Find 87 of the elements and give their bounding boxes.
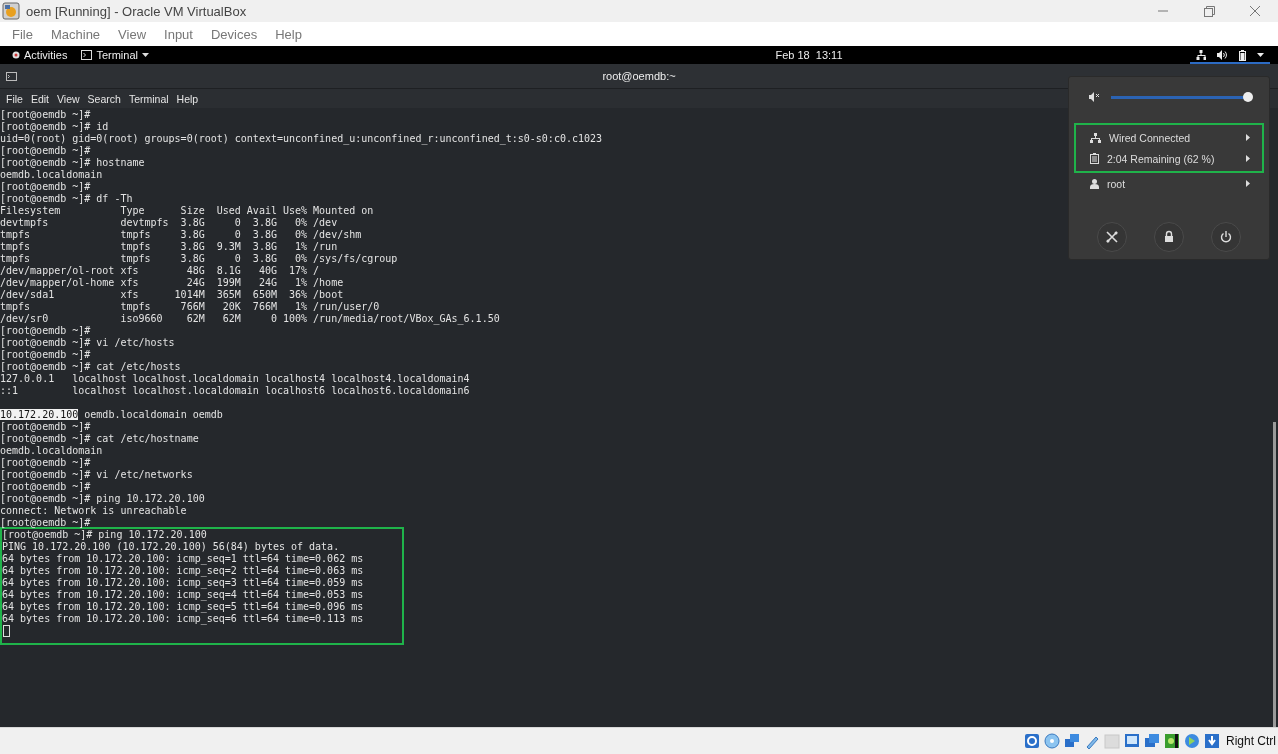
terminal-line: [root@oemdb ~]# ping 10.172.20.100 <box>2 529 207 541</box>
lock-button[interactable] <box>1154 222 1184 252</box>
lock-icon <box>1162 230 1176 244</box>
menu-item[interactable]: Help <box>172 92 203 105</box>
menu-item[interactable]: Help <box>266 26 311 42</box>
terminal-line: [root@oemdb ~]# hostname <box>0 157 145 169</box>
menu-item[interactable]: Machine <box>41 26 110 42</box>
power-button[interactable] <box>1211 222 1242 252</box>
terminal-line: oemdb.localdomain <box>0 445 103 457</box>
terminal-line: Filesystem Type Size Used Avail Use% Mounted on <box>0 205 374 217</box>
settings-button[interactable] <box>1096 222 1127 252</box>
terminal-line: ::1 localhost localhost.localdomain localhost6 localhost6.localdomain6 <box>0 385 470 397</box>
terminal-icon <box>81 50 93 60</box>
terminal-line: /dev/sr0 iso9660 62M 62M 0 100% /run/media/root/VBox_GAs_6.1.50 <box>0 313 500 325</box>
terminal-line: [root@oemdb ~]# df -Th <box>0 193 133 205</box>
terminal-line: oemdb.localdomain <box>0 169 103 181</box>
terminal-line: [root@oemdb ~]# id <box>0 121 109 133</box>
screens-icon[interactable] <box>1143 732 1161 750</box>
display-icon[interactable] <box>1123 732 1141 750</box>
battery-icon <box>1090 153 1099 164</box>
terminal-line: /dev/sda1 xfs 1014M 365M 650M 36% /boot <box>0 289 344 301</box>
submenu-arrow-icon <box>1246 134 1250 141</box>
terminal-line: [root@oemdb ~]# <box>0 457 91 469</box>
caret-icon <box>1257 53 1265 57</box>
terminal-line: tmpfs tmpfs 3.8G 9.3M 3.8G 1% /run <box>0 241 338 253</box>
window-title: oem [Running] - Oracle VM VirtualBox <box>26 3 248 19</box>
terminal-line: [root@oemdb ~]# cat /etc/hosts <box>0 361 181 373</box>
terminal-line: 127.0.0.1 localhost localhost.localdomain localhost4 localhost4.localdomain4 <box>0 373 470 385</box>
terminal-icon[interactable] <box>6 71 17 81</box>
power-icon <box>1219 230 1234 244</box>
terminal-line: [root@oemdb ~]# <box>0 181 91 193</box>
menu-item[interactable]: View <box>109 26 156 42</box>
terminal-line: [root@oemdb ~]# vi /etc/networks <box>0 469 193 481</box>
menu-item[interactable]: File <box>2 92 27 105</box>
terminal-line: [root@oemdb ~]# <box>0 145 91 157</box>
terminal-line: 64 bytes from 10.172.20.100: icmp_seq=4 ttl=64 time=0.053 ms <box>2 589 364 601</box>
terminal-line: 64 bytes from 10.172.20.100: icmp_seq=3 ttl=64 time=0.059 ms <box>2 577 364 589</box>
terminal-title: root@oemdb:~ <box>601 70 677 82</box>
terminal-line: connect: Network is unreachable <box>0 505 187 517</box>
battery-icon <box>1239 49 1247 61</box>
menu-item[interactable]: 2:04 Remaining (62 %) <box>1076 148 1262 169</box>
terminal-line: tmpfs tmpfs 3.8G 0 3.8G 0% /sys/fs/cgroup <box>0 253 398 265</box>
menu-item[interactable]: root <box>1076 173 1262 194</box>
optical-disc-icon[interactable] <box>1043 732 1061 750</box>
terminal-line: [root@oemdb ~]# vi /etc/hosts <box>0 337 175 349</box>
terminal-line: [root@oemdb ~]# <box>0 349 91 361</box>
terminal-line: tmpfs tmpfs 3.8G 0 3.8G 0% /dev/shm <box>0 229 362 241</box>
terminal-line: [root@oemdb ~]# ping 10.172.20.100 <box>0 493 205 505</box>
terminal-line: tmpfs tmpfs 766M 20K 766M 1% /run/user/0 <box>0 301 380 313</box>
volume-icon <box>1216 50 1228 60</box>
volume-muted-icon <box>1089 92 1101 102</box>
terminal-line: oemdb.localdomain oemdb <box>83 409 223 420</box>
person-icon <box>1090 178 1099 189</box>
terminal-line: devtmpfs devtmpfs 3.8G 0 3.8G 0% /dev <box>0 217 338 229</box>
submenu-arrow-icon <box>1246 155 1250 162</box>
activities-button[interactable]: Activities <box>8 49 72 61</box>
menu-item[interactable]: Wired Connected <box>1076 127 1262 148</box>
terminal-line: [root@oemdb ~]# <box>0 421 91 433</box>
terminal-line: PING 10.172.20.100 (10.172.20.100) 56(84) bytes of data. <box>2 541 340 553</box>
terminal-line: /dev/mapper/ol-home xfs 24G 199M 24G 1% /home <box>0 277 344 289</box>
submenu-arrow-icon <box>1246 180 1250 187</box>
menu-item[interactable]: Terminal <box>124 92 173 105</box>
terminal-line: /dev/mapper/ol-root xfs 48G 8.1G 40G 17% / <box>0 265 320 277</box>
menu-item[interactable]: File <box>3 26 42 42</box>
selected-text: 10.172.20.100 <box>0 409 79 420</box>
host-key-label: Right Ctrl <box>1226 734 1276 748</box>
menu-item[interactable]: Search <box>83 92 125 105</box>
terminal-line: [root@oemdb ~]# <box>0 325 91 337</box>
menu-item[interactable]: View <box>53 92 84 105</box>
clock[interactable]: Feb 18 13:11 <box>428 48 1190 62</box>
menu-item[interactable]: Edit <box>26 92 53 105</box>
menu-item[interactable]: Devices <box>201 26 267 42</box>
logo-icon <box>12 51 20 59</box>
app-menu-button[interactable]: Terminal <box>77 49 153 61</box>
scrollbar-thumb[interactable] <box>1273 422 1276 727</box>
terminal-line: 64 bytes from 10.172.20.100: icmp_seq=1 ttl=64 time=0.062 ms <box>2 553 364 565</box>
terminal-line: [root@oemdb ~]# <box>0 517 91 529</box>
terminal-line: uid=0(root) gid=0(root) groups=0(root) context=unconfined_u:unconfined_r:unconfined_t:s0-s0:c0.c1023 <box>0 133 603 145</box>
terminal-line: 64 bytes from 10.172.20.100: icmp_seq=6 ttl=64 time=0.113 ms <box>2 613 364 625</box>
terminal-line: [root@oemdb ~]# <box>0 481 91 493</box>
menu-item[interactable]: Input <box>155 26 202 42</box>
terminal-line: [root@oemdb ~]# cat /etc/hostname <box>0 433 199 445</box>
caret-icon <box>142 53 149 57</box>
app-logo-icon <box>2 2 20 20</box>
terminal-line: 64 bytes from 10.172.20.100: icmp_seq=5 ttl=64 time=0.096 ms <box>2 601 364 613</box>
terminal-line: [root@oemdb ~]# <box>0 109 91 121</box>
terminal-line: 64 bytes from 10.172.20.100: icmp_seq=2 ttl=64 time=0.063 ms <box>2 565 364 577</box>
